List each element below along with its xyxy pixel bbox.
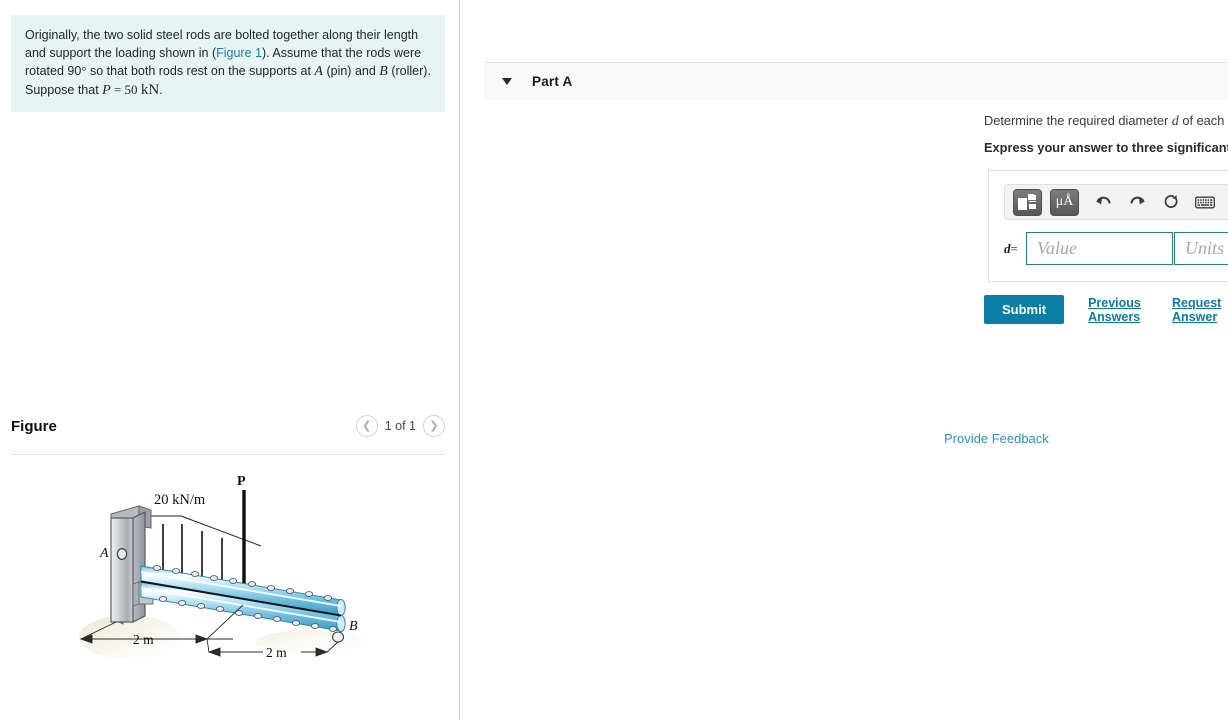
previous-answers-link[interactable]: Previous Answers xyxy=(1088,296,1150,324)
caret-down-icon[interactable] xyxy=(502,78,512,85)
roller-support-b xyxy=(331,631,345,643)
provide-feedback-link[interactable]: Provide Feedback xyxy=(944,431,1049,446)
problem-statement-text: Originally, the two solid steel rods are… xyxy=(25,27,431,99)
answer-entry-box: μÅ d= Value Units xyxy=(988,170,1228,282)
label-support-a: A xyxy=(99,546,109,561)
figure-1-link[interactable]: Figure 1 xyxy=(216,46,262,60)
question-part-1: Determine the required diameter xyxy=(984,113,1172,128)
unit-kn: kN xyxy=(140,81,160,98)
math-toolbar: μÅ xyxy=(1004,184,1228,220)
micro-angstrom-icon: μÅ xyxy=(1055,194,1074,209)
figure-divider xyxy=(11,454,445,455)
undo-button[interactable] xyxy=(1093,192,1113,212)
chevron-right-icon: ❯ xyxy=(429,419,439,432)
question-part-2: of each of the rods if the allowable ben… xyxy=(1182,113,1228,128)
reset-button[interactable] xyxy=(1161,192,1181,212)
keyboard-button[interactable] xyxy=(1195,192,1215,212)
problem-line-3b: so that both rods rest on the supports a… xyxy=(86,64,315,78)
figure-title: Figure xyxy=(11,418,57,435)
label-distributed-load: 20 kN/m xyxy=(154,492,206,508)
redo-button[interactable] xyxy=(1127,192,1147,212)
chevron-left-icon: ❮ xyxy=(362,419,372,432)
submit-button[interactable]: Submit xyxy=(984,295,1065,324)
label-dim-left: 2 m xyxy=(133,632,154,647)
symbol-a: A xyxy=(314,64,323,79)
symbol-b: B xyxy=(379,64,388,79)
left-panel: Originally, the two solid steel rods are… xyxy=(0,0,459,720)
units-button[interactable]: μÅ xyxy=(1050,188,1079,216)
figure-image[interactable]: P 20 kN/m A B 2 m 2 m xyxy=(11,462,445,712)
math-template-icon xyxy=(1018,193,1037,211)
figure-next-button[interactable]: ❯ xyxy=(423,415,445,437)
figure-prev-button[interactable]: ❮ xyxy=(355,415,378,437)
problem-page: Originally, the two solid steel rods are… xyxy=(0,0,1228,720)
problem-statement-box: Originally, the two solid steel rods are… xyxy=(11,15,445,112)
figure-navigation: ❮ 1 of 1 ❯ xyxy=(355,415,445,437)
question-instruction: Express your answer to three significant… xyxy=(984,140,1228,155)
units-input[interactable] xyxy=(1174,232,1228,265)
symbol-p: P xyxy=(102,82,111,98)
label-point-load: P xyxy=(237,474,246,489)
math-template-button[interactable] xyxy=(1013,188,1042,216)
problem-line-2b: ). Assume that the xyxy=(261,45,363,60)
problem-line-1: Originally, the two solid steel rods are… xyxy=(25,28,381,42)
keyboard-icon xyxy=(1195,196,1215,208)
request-answer-link[interactable]: Request Answer xyxy=(1172,296,1228,324)
question-text: Determine the required diameter d of eac… xyxy=(984,112,1228,135)
part-a-header[interactable]: Part A xyxy=(484,62,1228,100)
value-input[interactable] xyxy=(1026,232,1173,265)
redo-icon xyxy=(1129,196,1145,205)
pin-support-a xyxy=(110,505,154,625)
symbol-d: d xyxy=(1171,114,1179,129)
part-a-title: Part A xyxy=(532,74,573,89)
label-dim-right: 2 m xyxy=(266,645,287,660)
problem-line-4d: . xyxy=(159,82,163,97)
p-value: = 50 xyxy=(110,81,141,97)
right-panel: Part A Determine the required diameter d… xyxy=(460,0,1228,720)
problem-line-4a: and xyxy=(354,64,380,78)
figure-counter: 1 of 1 xyxy=(384,419,416,433)
problem-line-3c: (pin) xyxy=(322,64,352,78)
answer-actions: Submit Previous Answers Request Answer xyxy=(984,295,1228,324)
equals-sign: = xyxy=(1010,240,1018,256)
reset-icon xyxy=(1164,194,1178,208)
label-support-b: B xyxy=(349,619,358,634)
undo-icon xyxy=(1095,196,1111,205)
answer-row: d= xyxy=(1004,232,1228,265)
figure-header: Figure ❮ 1 of 1 ❯ xyxy=(11,415,445,447)
answer-variable-label: d= xyxy=(1004,241,1026,257)
